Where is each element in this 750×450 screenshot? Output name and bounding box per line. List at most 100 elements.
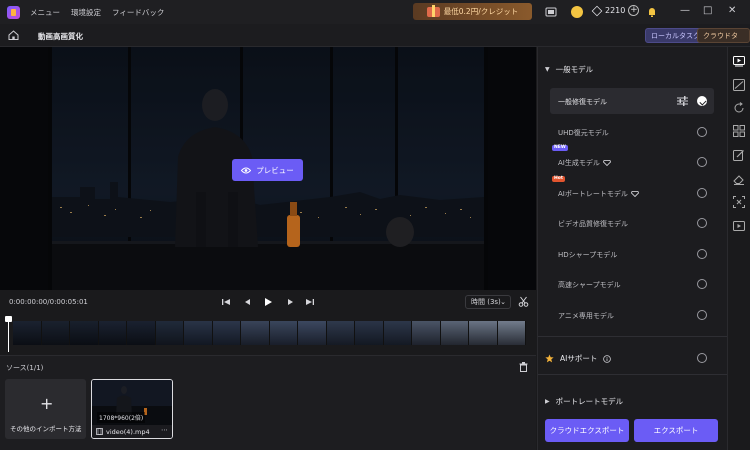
divider [538, 336, 728, 337]
timeline-frame [497, 321, 526, 345]
star-icon [545, 354, 554, 363]
close-button[interactable]: ✕ [728, 5, 736, 16]
refresh-icon[interactable] [733, 102, 745, 114]
timeline-frame [98, 321, 127, 345]
model-radio[interactable] [697, 279, 707, 289]
timeline-frame [41, 321, 70, 345]
preview-button[interactable]: プレビュー [232, 159, 303, 181]
model-radio[interactable] [697, 249, 707, 259]
timeline-frame [212, 321, 241, 345]
import-card[interactable]: + その他のインポート方法 ⌄ [5, 379, 86, 439]
trash-icon[interactable] [519, 362, 528, 372]
title-bar: メニュー 環境設定 フィードバック 最低0.2円/クレジット 2210 + — … [0, 0, 750, 24]
crop-select-icon[interactable] [733, 196, 745, 208]
skip-start-icon[interactable] [220, 296, 232, 308]
timecode: 0:00:00:00/0:00:05:01 [9, 298, 88, 306]
ai-support-label: AIサポート [560, 354, 598, 363]
menu-item-preferences[interactable]: 環境設定 [71, 7, 101, 18]
playback-controls: 0:00:00:00/0:00:05:01 時間 (3s) ⌄ [0, 290, 536, 314]
timeline-frame [127, 321, 156, 345]
hot-badge: Hot [552, 176, 566, 182]
duration-select[interactable]: 時間 (3s) ⌄ [465, 295, 511, 309]
cloud-export-button[interactable]: クラウドエクスポート [545, 419, 629, 442]
model-anime[interactable]: アニメ専用モデル [550, 302, 714, 328]
new-badge: NEW [552, 145, 568, 151]
timeline[interactable] [0, 316, 536, 354]
model-uhd-restore[interactable]: UHD復元モデル [550, 119, 714, 145]
timeline-frame [70, 321, 99, 345]
menu-item-feedback[interactable]: フィードバック [112, 7, 164, 18]
model-general-repair[interactable]: 一般修復モデル [550, 88, 714, 114]
model-label: 一般修復モデル [558, 98, 607, 106]
ai-support-row[interactable]: AIサポート [545, 353, 612, 364]
main-menu: メニュー 環境設定 フィードバック [30, 7, 164, 18]
model-label-row: AI生成モデル [558, 158, 611, 168]
maximize-button[interactable]: □ [703, 5, 712, 16]
model-label: 高速シャープモデル [558, 281, 621, 289]
chevron-down-icon[interactable]: ⌄ [76, 425, 81, 433]
previous-frame-icon[interactable] [242, 296, 254, 308]
tool-sidebar [727, 47, 750, 450]
timeline-frame [326, 321, 355, 345]
model-radio[interactable] [697, 310, 707, 320]
model-fast-sharp[interactable]: 高速シャープモデル [550, 271, 714, 297]
timeline-frame [184, 321, 213, 345]
edit-icon[interactable] [733, 149, 745, 161]
timeline-frame [298, 321, 327, 345]
general-models-title: 一般モデル [555, 65, 594, 74]
skip-end-icon[interactable] [304, 296, 316, 308]
grid-icon[interactable] [733, 125, 745, 137]
video-export-icon[interactable] [733, 220, 745, 232]
scissors-icon[interactable] [518, 296, 529, 307]
model-label: ビデオ品質修復モデル [558, 220, 628, 228]
cloud-task-button[interactable]: クラウドタスク [697, 28, 750, 55]
image-enhance-icon[interactable] [733, 79, 745, 91]
premium-gem-icon [630, 191, 639, 197]
add-credits-button[interactable]: + [628, 5, 640, 16]
model-radio-selected[interactable] [697, 96, 707, 106]
timeline-frame [440, 321, 469, 345]
model-ai-generation[interactable]: NEW AI生成モデル [550, 145, 714, 175]
ai-support-radio[interactable] [697, 353, 707, 363]
info-icon[interactable] [603, 354, 612, 363]
video-resolution: 1708*960(2倍) [97, 412, 146, 423]
timeline-frame [412, 321, 441, 345]
video-name-row: video(4).mp4 ⋯ [92, 425, 172, 438]
portrait-models-header[interactable]: ▶ ポートレートモデル [545, 396, 623, 407]
notification-bell-icon[interactable] [646, 6, 658, 18]
minimize-button[interactable]: — [680, 5, 690, 16]
credits: 2210 + [591, 5, 640, 16]
duration-value: 時間 (3s) [471, 298, 501, 306]
model-radio[interactable] [697, 127, 707, 137]
model-hd-sharp[interactable]: HDシャープモデル [550, 241, 714, 267]
model-radio[interactable] [697, 218, 707, 228]
export-button[interactable]: エクスポート [634, 419, 718, 442]
eraser-icon[interactable] [733, 173, 745, 185]
screen-record-icon[interactable] [545, 6, 557, 18]
general-models-header[interactable]: ▼ 一般モデル [545, 64, 593, 75]
promo-banner[interactable]: 最低0.2円/クレジット [413, 3, 532, 20]
model-label-row: AIポートレートモデル [558, 189, 639, 199]
more-options-icon[interactable]: ⋯ [161, 426, 168, 434]
play-icon[interactable] [262, 296, 274, 308]
model-radio[interactable] [697, 157, 707, 167]
video-thumbnail-card[interactable]: 1708*960(2倍) video(4).mp4 ⋯ [91, 379, 173, 439]
eye-icon [241, 167, 252, 173]
portrait-models-title: ポートレートモデル [555, 397, 624, 406]
thumbnail-strip[interactable] [13, 321, 526, 345]
caret-right-icon: ▶ [545, 398, 550, 405]
home-icon[interactable] [8, 30, 19, 40]
model-ai-portrait[interactable]: Hot AIポートレートモデル [550, 176, 714, 206]
model-video-quality-repair[interactable]: ビデオ品質修復モデル [550, 210, 714, 236]
model-label: アニメ専用モデル [558, 312, 614, 320]
promo-text: 最低0.2円/クレジット [443, 7, 519, 16]
video-enhance-icon[interactable] [733, 55, 745, 67]
next-frame-icon[interactable] [284, 296, 296, 308]
sliders-icon[interactable] [677, 96, 688, 106]
timeline-frame [13, 321, 42, 345]
account-avatar[interactable] [571, 6, 583, 18]
model-radio[interactable] [697, 188, 707, 198]
page-title: 動画高画質化 [38, 32, 83, 41]
menu-item-menu[interactable]: メニュー [30, 7, 60, 18]
playhead[interactable] [5, 316, 12, 352]
